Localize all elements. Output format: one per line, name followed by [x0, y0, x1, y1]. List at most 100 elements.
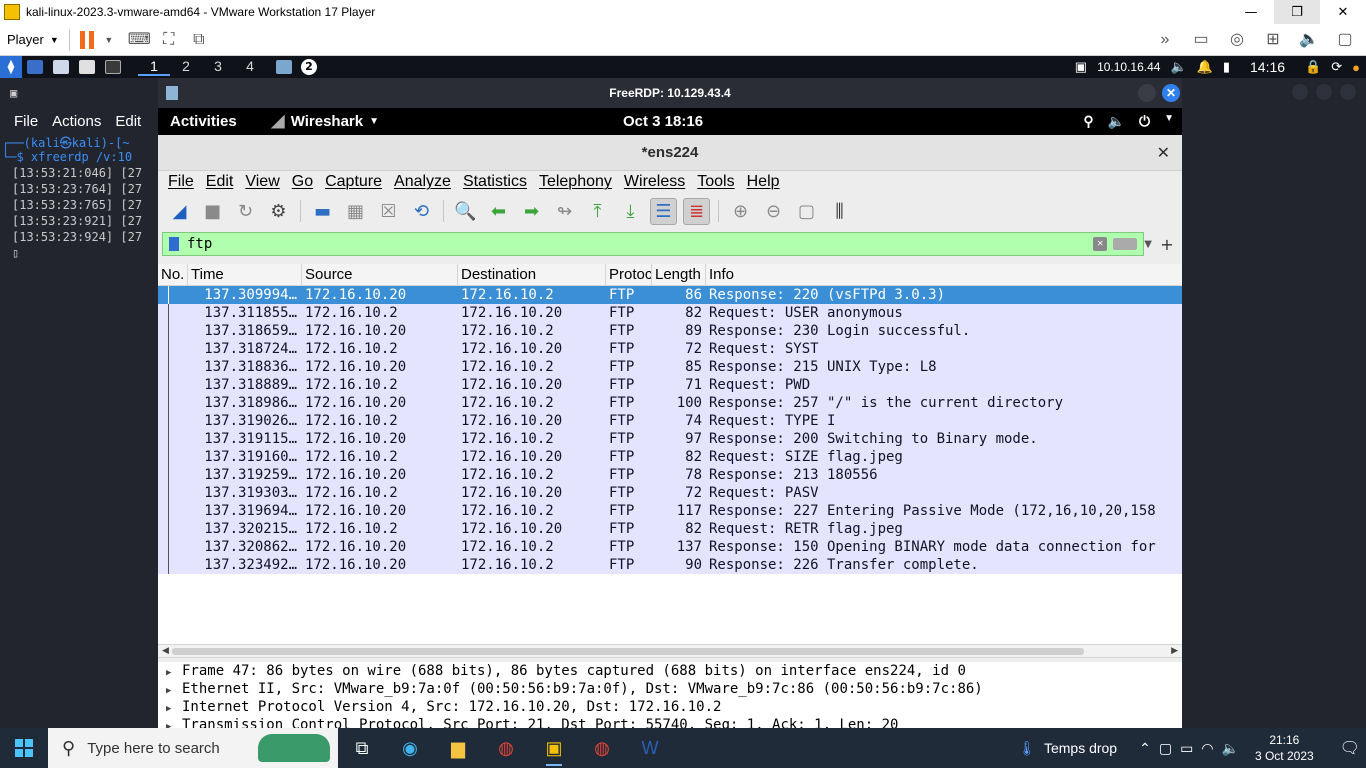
workspace-3[interactable]: 3 — [202, 58, 234, 76]
window-control-icon[interactable] — [1316, 84, 1332, 100]
file-explorer-icon[interactable]: ▆ — [434, 728, 482, 768]
table-row[interactable]: 137.320862… 172.16.10.20 172.16.10.2 FTP 137… — [158, 538, 1182, 556]
table-row[interactable]: 137.318836… 172.16.10.20 172.16.10.2 FTP 85 R… — [158, 358, 1182, 376]
chrome-icon[interactable]: ◍ — [482, 728, 530, 768]
message-icon[interactable]: ▢ — [1334, 30, 1356, 50]
battery-icon[interactable]: ▮ — [1223, 59, 1230, 75]
file-manager-icon[interactable] — [53, 60, 69, 74]
gnome-clock[interactable]: Oct 3 18:16 — [623, 113, 703, 130]
packet-details[interactable]: ▶ Frame 47: 86 bytes on wire (688 bits), … — [158, 662, 1182, 728]
menu-edit[interactable]: Edit — [206, 173, 234, 191]
capture-options-icon[interactable]: ⚙ — [265, 198, 292, 225]
stop-capture-icon[interactable]: ■ — [199, 198, 226, 225]
volume-icon[interactable]: 🔈 — [1222, 740, 1239, 757]
table-row[interactable]: 137.323492… 172.16.10.20 172.16.10.2 FTP 90 R… — [158, 556, 1182, 574]
autoscroll-icon[interactable]: ☰ — [650, 197, 677, 225]
save-file-icon[interactable]: ▦ — [342, 198, 369, 225]
window-control-icon[interactable] — [1292, 84, 1308, 100]
zoom-out-icon[interactable]: ⊖ — [760, 198, 787, 225]
workspace-1[interactable]: 1 — [138, 58, 170, 76]
go-to-packet-icon[interactable]: ↬ — [551, 198, 578, 225]
weather-text[interactable]: Temps drop — [1044, 740, 1117, 756]
table-row[interactable]: 137.319115… 172.16.10.20 172.16.10.2 FTP 97 R… — [158, 430, 1182, 448]
cdrom-icon[interactable]: ◎ — [1226, 30, 1248, 50]
sound-icon[interactable]: 🔈 — [1298, 30, 1320, 50]
wifi-icon[interactable]: ◠ — [1201, 740, 1213, 757]
wireshark-close-button[interactable]: ✕ — [1157, 143, 1170, 163]
expand-icon[interactable]: ▶ — [166, 718, 182, 728]
table-row[interactable]: 137.318659… 172.16.10.20 172.16.10.2 FTP 89 R… — [158, 322, 1182, 340]
menu-help[interactable]: Help — [747, 173, 780, 191]
detail-row-ethernet[interactable]: ▶ Ethernet II, Src: VMware_b9:7a:0f (00:5… — [158, 680, 1182, 698]
display-filter-field[interactable]: ftp ✕ — [162, 232, 1145, 256]
freerdp-minimize-button[interactable] — [1138, 84, 1156, 102]
detail-row-ip[interactable]: ▶ Internet Protocol Version 4, Src: 172.1… — [158, 698, 1182, 716]
minimize-button[interactable]: — — [1228, 0, 1274, 24]
workspace-4[interactable]: 4 — [234, 58, 266, 76]
taskbar-search-box[interactable]: ⚲ Type here to search — [48, 728, 338, 768]
column-info[interactable]: Info — [706, 264, 1182, 285]
pause-icon[interactable] — [79, 30, 94, 49]
detail-row-tcp[interactable]: ▶ Transmission Control Protocol, Src Port… — [158, 716, 1182, 728]
table-row[interactable]: 137.311855… 172.16.10.2 172.16.10.20 FTP 82 R… — [158, 304, 1182, 322]
reload-file-icon[interactable]: ⟲ — [408, 198, 435, 225]
refresh-icon[interactable]: ⟳ — [1331, 59, 1342, 75]
close-button[interactable]: ✕ — [1320, 0, 1366, 24]
open-file-icon[interactable]: ▬ — [309, 198, 336, 225]
show-hidden-icons-icon[interactable]: ⌃ — [1139, 740, 1151, 757]
vmware-taskbar-icon[interactable]: ▣ — [530, 728, 578, 768]
maximize-button[interactable]: ❐ — [1274, 0, 1320, 24]
first-packet-icon[interactable]: ⤒ — [584, 198, 611, 225]
colorize-icon[interactable]: ≣ — [683, 197, 710, 225]
system-menu[interactable]: ⚲ 🔈 ⏻ ▼ — [1083, 113, 1174, 130]
fullscreen-icon[interactable]: ⛶ — [158, 30, 180, 50]
menu-capture[interactable]: Capture — [325, 173, 382, 191]
zoom-in-icon[interactable]: ⊕ — [727, 198, 754, 225]
menu-wireless[interactable]: Wireless — [624, 173, 685, 191]
display-filter-input[interactable]: ftp — [187, 236, 1093, 252]
close-file-icon[interactable]: ☒ — [375, 198, 402, 225]
restart-capture-icon[interactable]: ↻ — [232, 198, 259, 225]
kali-menu-icon[interactable]: ⧫ — [0, 56, 22, 78]
column-protocol[interactable]: Protocol — [606, 264, 652, 285]
meet-now-icon[interactable]: ▢ — [1159, 740, 1172, 757]
activities-button[interactable]: Activities — [170, 113, 237, 130]
table-row[interactable]: 137.319694… 172.16.10.20 172.16.10.2 FTP 117… — [158, 502, 1182, 520]
detail-row-frame[interactable]: ▶ Frame 47: 86 bytes on wire (688 bits), … — [158, 662, 1182, 680]
word-icon[interactable]: W — [626, 728, 674, 768]
find-packet-icon[interactable]: 🔍 — [452, 198, 479, 225]
start-capture-icon[interactable]: ◢ — [166, 198, 193, 225]
window-control-icon[interactable] — [1340, 84, 1356, 100]
go-forward-icon[interactable]: ➡ — [518, 198, 545, 225]
volume-icon[interactable]: 🔈 — [1170, 59, 1186, 75]
taskbar-clock[interactable]: 21:16 3 Oct 2023 — [1255, 732, 1314, 764]
terminal-menu-actions[interactable]: Actions — [52, 113, 101, 130]
column-length[interactable]: Length — [652, 264, 706, 285]
lock-icon[interactable]: 🔒 — [1305, 59, 1321, 75]
table-row[interactable]: 137.309994… 172.16.10.20 172.16.10.2 FTP 86 R… — [158, 286, 1182, 304]
table-row[interactable]: 137.319303… 172.16.10.2 172.16.10.20 FTP 72 R… — [158, 484, 1182, 502]
bookmark-icon[interactable] — [169, 237, 179, 251]
start-button[interactable] — [0, 728, 48, 768]
freerdp-close-button[interactable]: ✕ — [1162, 84, 1180, 102]
task-view-icon[interactable]: ⧉ — [338, 728, 386, 768]
resize-columns-icon[interactable]: ⫼ — [826, 198, 853, 225]
terminal-menu-file[interactable]: File — [14, 113, 38, 130]
app-menu-button[interactable]: Wireshark ▼ — [270, 113, 379, 130]
scroll-thumb[interactable] — [172, 648, 1084, 655]
packet-list[interactable]: No. Time Source Destination Protocol Len… — [158, 264, 1182, 644]
pause-dropdown-icon[interactable]: ▼ — [98, 30, 120, 50]
chrome-profile-icon[interactable]: ◍ — [578, 728, 626, 768]
player-menu-button[interactable]: Player ▼ — [7, 32, 59, 47]
table-row[interactable]: 137.318986… 172.16.10.20 172.16.10.2 FTP 100… — [158, 394, 1182, 412]
terminal-menu-edit[interactable]: Edit — [115, 113, 141, 130]
column-source[interactable]: Source — [302, 264, 458, 285]
menu-telephony[interactable]: Telephony — [539, 173, 612, 191]
go-back-icon[interactable]: ⬅ — [485, 198, 512, 225]
column-no[interactable]: No. — [158, 264, 188, 285]
column-destination[interactable]: Destination — [458, 264, 606, 285]
table-row[interactable]: 137.319160… 172.16.10.2 172.16.10.20 FTP 82 R… — [158, 448, 1182, 466]
apply-filter-icon[interactable] — [1113, 238, 1138, 250]
notifications-icon[interactable]: 🗨 — [1340, 738, 1360, 758]
vpn-icon[interactable]: ▣ — [1075, 59, 1087, 75]
